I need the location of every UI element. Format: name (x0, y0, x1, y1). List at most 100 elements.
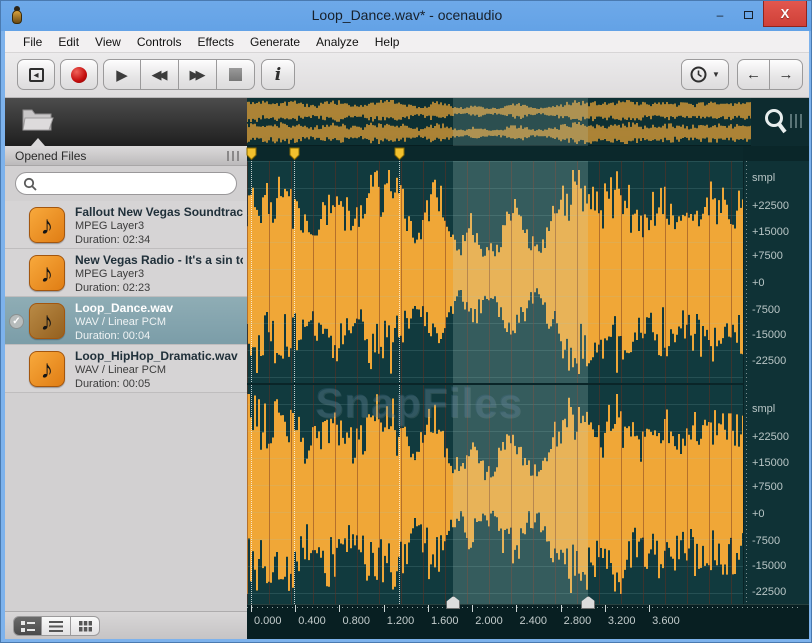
window-title: Loop_Dance.wav* - ocenaudio (1, 7, 812, 23)
waveform-overview[interactable] (247, 98, 751, 146)
music-note-icon: ♪ (41, 258, 54, 288)
opened-files-title: Opened Files (15, 149, 86, 163)
time-label: 0.400 (298, 615, 326, 627)
ruler-label: +0 (752, 277, 765, 289)
zoom-search-icon[interactable] (763, 108, 789, 136)
close-button[interactable]: X (763, 1, 807, 27)
file-item[interactable]: ♪Fallout New Vegas Soundtrack Gu...MPEG … (5, 201, 247, 249)
ruler-label: -7500 (752, 535, 780, 547)
go-to-start-icon: ◂ (29, 68, 44, 82)
stop-button[interactable] (217, 59, 255, 90)
overview-tools (751, 98, 809, 146)
grid-view-icon (79, 621, 92, 632)
time-label: 0.000 (254, 615, 282, 627)
menu-item-file[interactable]: File (15, 33, 50, 51)
window-border-bottom (1, 639, 812, 643)
time-tick (649, 605, 650, 612)
forward-arrow-icon: → (779, 66, 794, 83)
time-label: 0.800 (342, 615, 370, 627)
ruler-label: -7500 (752, 304, 780, 316)
file-search-input[interactable] (15, 172, 237, 195)
menu-item-analyze[interactable]: Analyze (308, 33, 367, 51)
ruler-label: -22500 (752, 355, 786, 367)
ruler-label: +22500 (752, 431, 789, 443)
ruler-label: -22500 (752, 586, 786, 598)
marker-strip[interactable] (247, 146, 743, 161)
file-name: Fallout New Vegas Soundtrack Gu... (75, 205, 243, 219)
time-label: 2.000 (475, 615, 503, 627)
time-tick (251, 605, 252, 612)
navigation-buttons: ← → (737, 59, 803, 90)
file-duration: Duration: 00:05 (75, 377, 243, 391)
time-tick (516, 605, 517, 612)
overview-grip-icon[interactable] (790, 114, 802, 128)
record-icon (71, 67, 87, 83)
file-format: WAV / Linear PCM (75, 315, 243, 329)
detail-view-icon (21, 621, 35, 632)
fast-forward-button[interactable]: ▶▶ (179, 59, 217, 90)
app-window: Loop_Dance.wav* - ocenaudio – X FileEdit… (0, 0, 812, 643)
time-axis[interactable]: 0.0000.4000.8001.2001.6002.0002.4002.800… (247, 604, 809, 639)
info-button[interactable]: i (261, 59, 295, 90)
time-tick (561, 605, 562, 612)
time-label: 3.600 (652, 615, 680, 627)
go-to-start-button[interactable]: ◂ (17, 59, 55, 90)
back-arrow-icon: ← (746, 66, 761, 83)
maximize-button[interactable] (735, 7, 761, 25)
marker-pin-icon[interactable] (289, 147, 300, 160)
file-item[interactable]: ♪New Vegas Radio - It's a sin to tell ..… (5, 249, 247, 297)
file-item[interactable]: ♪Loop_HipHop_Dramatic.wavWAV / Linear PC… (5, 345, 247, 393)
panel-grip-icon[interactable] (227, 151, 241, 161)
marker-pin-icon[interactable] (246, 147, 257, 160)
audio-file-icon: ♪ (29, 255, 65, 291)
menu-bar: FileEditViewControlsEffectsGenerateAnaly… (5, 31, 809, 53)
ruler-label: +15000 (752, 457, 789, 469)
back-button[interactable]: ← (737, 59, 770, 90)
waveform-view[interactable]: SnapFiles (247, 161, 743, 604)
window-border-left (1, 31, 5, 643)
marker-pin-icon[interactable] (394, 147, 405, 160)
sidebar-tab-strip (5, 98, 247, 146)
file-duration: Duration: 00:04 (75, 329, 243, 343)
play-icon: ▶ (116, 66, 128, 84)
opened-files-folder-icon[interactable] (21, 106, 55, 134)
time-tick (384, 605, 385, 612)
detail-view-button[interactable] (13, 616, 42, 636)
forward-button[interactable]: → (770, 59, 803, 90)
rewind-button[interactable]: ◀◀ (141, 59, 179, 90)
overview-selection[interactable] (453, 98, 588, 146)
time-tick (605, 605, 606, 612)
chevron-down-icon: ▼ (712, 70, 720, 79)
sidebar: Opened Files ♪Fallout New Vegas Soundtra… (5, 98, 247, 639)
file-format: MPEG Layer3 (75, 267, 243, 281)
time-tick (428, 605, 429, 612)
history-button[interactable]: ▼ (681, 59, 729, 90)
time-tick (295, 605, 296, 612)
music-note-icon: ♪ (41, 354, 54, 384)
file-item[interactable]: ✓♪Loop_Dance.wavWAV / Linear PCMDuration… (5, 297, 247, 345)
toolbar: ◂ ▶ ◀◀ ▶▶ i -00:00:02.992 hr min sec smp… (5, 53, 809, 98)
grid-view-button[interactable] (71, 616, 100, 636)
record-button[interactable] (60, 59, 98, 90)
menu-item-view[interactable]: View (87, 33, 129, 51)
list-view-button[interactable] (42, 616, 71, 636)
time-axis-ticks (247, 607, 802, 608)
file-format: MPEG Layer3 (75, 219, 243, 233)
play-button[interactable]: ▶ (103, 59, 141, 90)
menu-item-effects[interactable]: Effects (190, 33, 242, 51)
title-bar[interactable]: Loop_Dance.wav* - ocenaudio – X (1, 1, 812, 31)
minimize-button[interactable]: – (707, 7, 733, 25)
file-name: Loop_Dance.wav (75, 301, 243, 315)
opened-files-header[interactable]: Opened Files (5, 146, 247, 166)
menu-item-help[interactable]: Help (367, 33, 408, 51)
menu-item-controls[interactable]: Controls (129, 33, 190, 51)
menu-item-generate[interactable]: Generate (242, 33, 308, 51)
music-note-icon: ♪ (41, 306, 54, 336)
file-format: WAV / Linear PCM (75, 363, 243, 377)
file-duration: Duration: 02:34 (75, 233, 243, 247)
time-tick (472, 605, 473, 612)
stop-icon (229, 68, 242, 81)
watermark-text: SnapFiles (315, 379, 522, 427)
ruler-ticks (746, 161, 747, 604)
menu-item-edit[interactable]: Edit (50, 33, 87, 51)
